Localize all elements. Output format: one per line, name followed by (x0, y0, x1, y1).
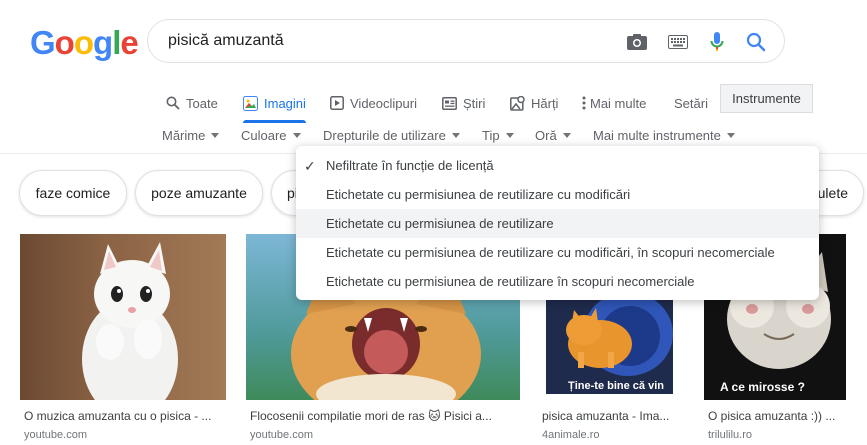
caret-down-icon (562, 132, 571, 138)
tab-videos[interactable]: Videoclipuri (330, 86, 417, 120)
usage-rights-menu: ✓ Nefiltrate în funcție de licență Etich… (296, 146, 819, 300)
tab-settings[interactable]: Setări (674, 86, 708, 120)
caret-down-icon (211, 132, 220, 138)
menu-item[interactable]: ✓ Nefiltrate în funcție de licență (296, 151, 819, 180)
map-icon (510, 95, 525, 111)
logo-letter: e (120, 24, 138, 61)
logo-letter: G (30, 24, 56, 61)
result-source: trilulilu.ro (708, 429, 753, 441)
result-source: youtube.com (250, 429, 313, 441)
logo-letter: l (112, 24, 121, 61)
tab-news[interactable]: Știri (442, 86, 485, 120)
result-title[interactable]: O muzica amuzanta cu o pisica - ... (24, 409, 229, 423)
result-title[interactable]: Flocosenii compilatie mori de ras 🐱 Pisi… (250, 409, 515, 423)
filter-label: Tip (482, 127, 500, 143)
tools-button[interactable]: Instrumente (720, 84, 813, 113)
search-icon[interactable] (744, 30, 768, 54)
filter-label: Drepturile de utilizare (323, 127, 446, 143)
tab-label: Toate (186, 95, 218, 111)
suggestion-chip[interactable]: faze comice (19, 170, 127, 216)
result-source: youtube.com (24, 429, 87, 441)
filter-size[interactable]: Mărime (162, 120, 220, 150)
result-thumbnail[interactable] (20, 234, 226, 400)
tab-label: Hărți (531, 95, 559, 111)
checkmark-icon: ✓ (304, 158, 316, 174)
menu-item-label: Etichetate cu permisiunea de reutilizare… (326, 187, 631, 202)
camera-icon[interactable] (625, 30, 649, 54)
menu-item[interactable]: Etichetate cu permisiunea de reutilizare… (296, 180, 819, 209)
tab-label: Videoclipuri (350, 95, 417, 111)
caret-down-icon (292, 132, 301, 138)
menu-item[interactable]: Etichetate cu permisiunea de reutilizare… (296, 238, 819, 267)
menu-item-label: Etichetate cu permisiunea de reutilizare… (326, 245, 775, 260)
tab-label: Imagini (264, 95, 306, 111)
logo-letter: g (93, 24, 113, 61)
play-icon (330, 96, 344, 110)
result-title[interactable]: O pisica amuzanta :)) ... (708, 409, 848, 423)
image-icon (243, 95, 258, 111)
news-icon (442, 96, 457, 110)
tab-all[interactable]: Toate (166, 86, 218, 120)
tab-maps[interactable]: Hărți (510, 86, 558, 120)
filter-label: Culoare (241, 127, 287, 143)
tab-label: Setări (674, 95, 708, 111)
microphone-icon[interactable] (705, 30, 729, 54)
tab-label: Mai multe (590, 95, 647, 111)
search-icon (166, 96, 180, 110)
image-caption: Ține-te bine că vin (568, 380, 664, 392)
search-bar[interactable]: pisică amuzantă (147, 19, 785, 63)
menu-item[interactable]: Etichetate cu permisiunea de reutilizare… (296, 267, 819, 296)
tab-label: Știri (463, 95, 486, 111)
caret-down-icon (505, 132, 514, 138)
image-caption: A ce mirosse ? (720, 380, 805, 394)
keyboard-icon[interactable] (666, 30, 690, 54)
caret-down-icon (451, 132, 460, 138)
suggestion-chip[interactable]: poze amuzante (135, 170, 263, 216)
menu-item[interactable]: Etichetate cu permisiunea de reutilizare (296, 209, 819, 238)
chip-label: ulete (817, 185, 848, 201)
logo-letter: o (73, 24, 94, 61)
result-title[interactable]: pisica amuzanta - Ima... (542, 409, 682, 423)
chip-label: poze amuzante (151, 185, 247, 201)
google-logo[interactable]: Google (30, 24, 139, 62)
filter-color[interactable]: Culoare (241, 120, 301, 150)
caret-down-icon (726, 132, 735, 138)
tab-images[interactable]: Imagini (243, 86, 306, 123)
filter-label: Oră (535, 127, 557, 143)
menu-item-label: Etichetate cu permisiunea de reutilizare (326, 216, 554, 231)
chip-label: faze comice (35, 185, 111, 201)
menu-item-label: Etichetate cu permisiunea de reutilizare… (326, 274, 695, 289)
tab-more[interactable]: Mai multe (582, 86, 646, 120)
result-source: 4animale.ro (542, 429, 600, 441)
filter-label: Mărime (162, 127, 206, 143)
filter-label: Mai multe instrumente (593, 127, 721, 143)
more-icon (582, 96, 586, 110)
search-input[interactable]: pisică amuzantă (168, 32, 284, 50)
logo-letter: o (54, 24, 75, 61)
menu-item-label: Nefiltrate în funcție de licență (326, 158, 494, 173)
